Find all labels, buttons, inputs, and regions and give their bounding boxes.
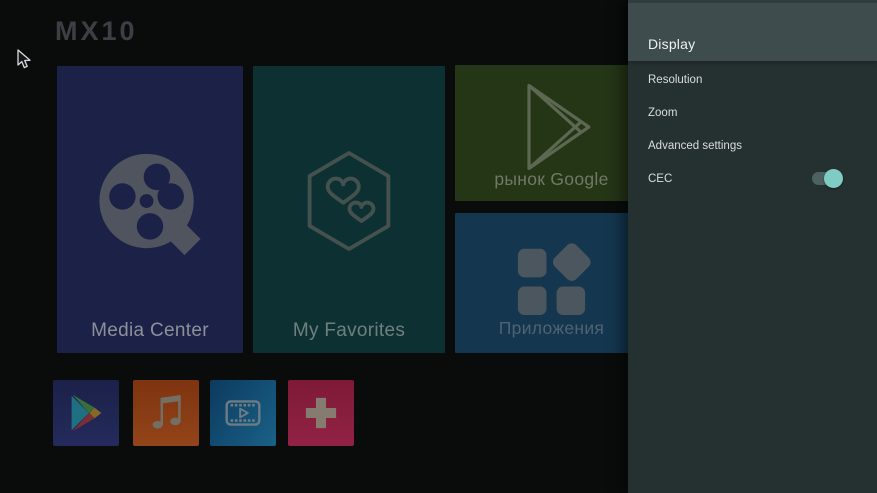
film-strip-play-icon xyxy=(225,400,261,426)
dock-video-player[interactable] xyxy=(210,380,276,446)
menu-item-advanced-settings[interactable]: Advanced settings xyxy=(628,129,877,162)
tile-google-play-store[interactable]: рынок Google xyxy=(455,65,648,201)
tile-label: Приложения xyxy=(498,318,605,338)
menu-item-label: Advanced settings xyxy=(648,139,742,152)
menu-item-resolution[interactable]: Resolution xyxy=(628,63,877,96)
launcher-screen: MX10 Media Center My Favorites рынок Goo… xyxy=(0,0,877,493)
google-play-icon xyxy=(71,394,102,432)
play-triangle-outline-icon xyxy=(526,83,590,171)
tile-label: рынок Google xyxy=(494,169,609,189)
panel-title: Display xyxy=(628,0,877,61)
dock-google-play[interactable] xyxy=(53,380,119,446)
menu-item-cec[interactable]: CEC xyxy=(628,162,877,195)
menu-item-label: Zoom xyxy=(648,106,678,119)
tile-label: My Favorites xyxy=(292,320,406,341)
menu-item-label: CEC xyxy=(648,172,673,185)
tile-apps[interactable]: Приложения xyxy=(455,213,648,353)
toggle-knob xyxy=(824,169,843,188)
tile-my-favorites[interactable]: My Favorites xyxy=(253,66,445,353)
app-grid-icon xyxy=(517,243,591,316)
plus-icon xyxy=(305,397,337,429)
hearts-hexagon-icon xyxy=(307,151,391,251)
tile-media-center[interactable]: Media Center xyxy=(57,66,243,353)
mx10-logo: MX10 xyxy=(55,16,138,46)
mouse-cursor-icon xyxy=(17,49,31,69)
cec-toggle[interactable] xyxy=(812,169,843,188)
tile-label: Media Center xyxy=(91,320,209,341)
music-note-icon xyxy=(152,394,181,429)
menu-item-zoom[interactable]: Zoom xyxy=(628,96,877,129)
panel-body: Resolution Zoom Advanced settings CEC xyxy=(628,61,877,195)
dock-add-shortcut[interactable] xyxy=(288,380,354,446)
menu-item-label: Resolution xyxy=(648,73,703,86)
dock-music[interactable] xyxy=(133,380,199,446)
display-settings-panel: Display Resolution Zoom Advanced setting… xyxy=(628,0,877,493)
film-reel-icon xyxy=(99,153,201,256)
